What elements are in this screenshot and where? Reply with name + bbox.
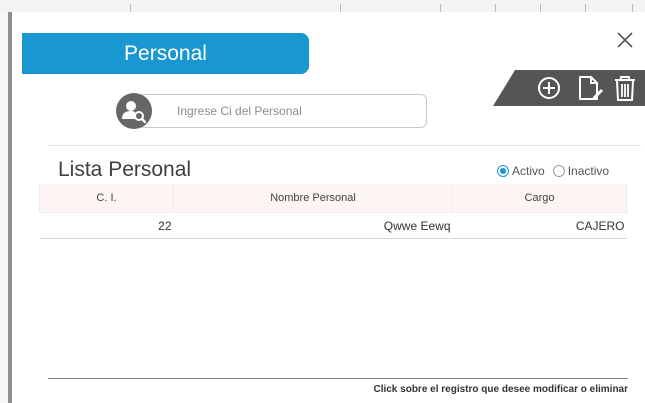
column-header-nombre[interactable]: Nombre Personal bbox=[173, 184, 453, 213]
cell-cargo[interactable]: CAJERO bbox=[452, 212, 627, 239]
ci-search-input[interactable] bbox=[138, 94, 427, 128]
radio-label: Activo bbox=[512, 164, 545, 178]
personal-dialog: Personal Ingrese Ci del Personal Lista P… bbox=[12, 12, 645, 403]
table-header-row: C. I. Nombre Personal Cargo bbox=[39, 184, 627, 213]
ruler-tick bbox=[585, 4, 586, 12]
status-filter: Activo Inactivo bbox=[497, 162, 617, 180]
dialog-title: Personal bbox=[22, 33, 309, 74]
ruler-tick bbox=[495, 4, 496, 12]
add-circle-icon[interactable] bbox=[533, 72, 565, 104]
ruler-tick bbox=[130, 4, 131, 12]
column-header-ci[interactable]: C. I. bbox=[39, 184, 174, 213]
ruler-tick bbox=[340, 4, 341, 12]
ruler-tick bbox=[632, 4, 633, 12]
cell-ci[interactable]: 22 bbox=[39, 212, 174, 239]
edit-document-icon[interactable] bbox=[573, 72, 605, 104]
footer-divider bbox=[48, 378, 628, 379]
radio-label: Inactivo bbox=[567, 164, 610, 178]
column-header-cargo[interactable]: Cargo bbox=[452, 184, 627, 213]
cell-nombre[interactable]: Qwwe Eewq bbox=[173, 212, 453, 239]
footer-hint: Click sobre el registro que desee modifi… bbox=[373, 384, 628, 395]
personal-table: C. I. Nombre Personal Cargo 22 Qwwe Eewq… bbox=[39, 184, 627, 239]
action-toolbar bbox=[493, 70, 645, 106]
table-row[interactable]: 22 Qwwe Eewq CAJERO bbox=[39, 212, 627, 239]
ruler-tick bbox=[540, 4, 541, 12]
ruler-tick bbox=[440, 4, 441, 12]
radio-activo[interactable]: Activo bbox=[497, 164, 545, 178]
radio-unselected-icon bbox=[552, 165, 565, 177]
trash-icon[interactable] bbox=[609, 72, 641, 104]
user-search-icon bbox=[116, 93, 152, 129]
close-icon[interactable] bbox=[613, 28, 637, 52]
search-box bbox=[116, 93, 431, 129]
radio-inactivo[interactable]: Inactivo bbox=[552, 164, 610, 178]
list-title: Lista Personal bbox=[58, 158, 192, 181]
radio-selected-icon bbox=[497, 165, 509, 177]
background-left-pane bbox=[0, 12, 8, 403]
header-divider bbox=[48, 145, 641, 146]
